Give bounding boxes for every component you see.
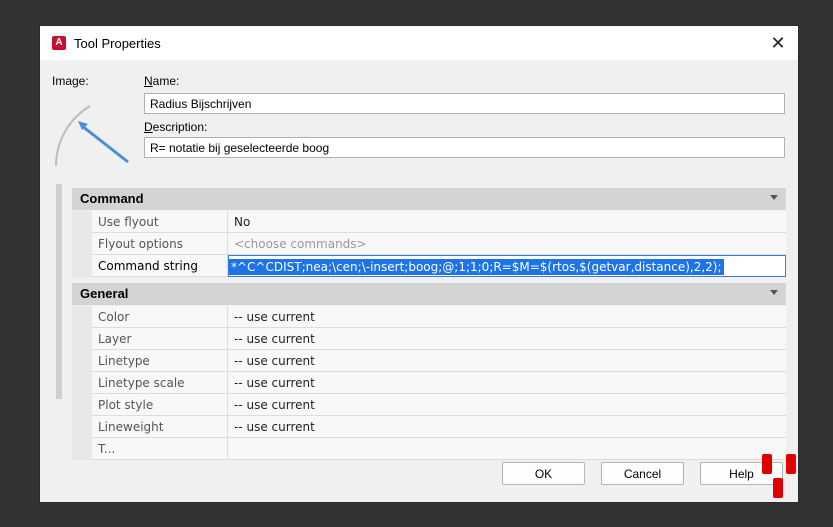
property-row-flyout-options[interactable]: Flyout options <choose commands> bbox=[72, 233, 786, 255]
autocad-app-icon: A bbox=[52, 36, 66, 50]
window-title: Tool Properties bbox=[74, 36, 161, 51]
collapse-caret-icon[interactable] bbox=[770, 290, 778, 295]
property-name: Lineweight bbox=[92, 416, 228, 438]
property-name: Linetype scale bbox=[92, 372, 228, 394]
property-row-command-string[interactable]: Command string *^C^CDIST;nea;\cen;\-inse… bbox=[72, 255, 786, 277]
property-row-plot-style[interactable]: Plot style -- use current bbox=[72, 394, 786, 416]
title-bar: A Tool Properties ✕ bbox=[40, 26, 798, 60]
resize-grip-bottom[interactable] bbox=[773, 478, 783, 498]
property-name: Color bbox=[92, 306, 228, 328]
property-name: Command string bbox=[92, 255, 228, 277]
row-gutter bbox=[72, 255, 92, 277]
property-value[interactable]: -- use current bbox=[228, 416, 786, 438]
property-value[interactable]: <choose commands> bbox=[228, 233, 786, 255]
property-value[interactable]: -- use current bbox=[228, 372, 786, 394]
section-general[interactable]: General bbox=[72, 283, 786, 305]
row-gutter bbox=[72, 350, 92, 372]
property-value[interactable]: -- use current bbox=[228, 394, 786, 416]
property-value[interactable] bbox=[228, 438, 786, 460]
property-row-linetype[interactable]: Linetype -- use current bbox=[72, 350, 786, 372]
property-row-use-flyout[interactable]: Use flyout No bbox=[72, 211, 786, 233]
property-name: Linetype bbox=[92, 350, 228, 372]
row-gutter bbox=[72, 328, 92, 350]
property-value[interactable]: -- use current bbox=[228, 350, 786, 372]
close-icon[interactable]: ✕ bbox=[758, 26, 798, 60]
radius-dimension-icon bbox=[55, 105, 129, 167]
property-name: Flyout options bbox=[92, 233, 228, 255]
tool-image-preview[interactable] bbox=[52, 88, 132, 168]
property-value[interactable]: -- use current bbox=[228, 306, 786, 328]
row-gutter bbox=[72, 211, 92, 233]
row-gutter bbox=[72, 233, 92, 255]
section-command[interactable]: Command bbox=[72, 188, 786, 210]
collapse-caret-icon[interactable] bbox=[770, 195, 778, 200]
ok-button[interactable]: OK bbox=[502, 462, 585, 485]
selected-text: *^C^CDIST;nea;\cen;\-insert;boog;@;1;1;0… bbox=[229, 259, 724, 275]
section-general-title: General bbox=[80, 286, 129, 301]
property-name: T... bbox=[92, 438, 228, 460]
row-gutter bbox=[72, 394, 92, 416]
property-name: Layer bbox=[92, 328, 228, 350]
image-label: Image: bbox=[52, 74, 89, 88]
property-row-linetype-scale[interactable]: Linetype scale -- use current bbox=[72, 372, 786, 394]
name-label: Name: bbox=[144, 74, 180, 88]
command-string-input[interactable]: *^C^CDIST;nea;\cen;\-insert;boog;@;1;1;0… bbox=[228, 255, 786, 277]
property-value[interactable]: -- use current bbox=[228, 328, 786, 350]
property-row-partial[interactable]: T... bbox=[72, 438, 786, 460]
property-row-color[interactable]: Color -- use current bbox=[72, 306, 786, 328]
name-field[interactable]: Radius Bijschrijven bbox=[144, 93, 785, 114]
property-row-lineweight[interactable]: Lineweight -- use current bbox=[72, 416, 786, 438]
description-label: Description: bbox=[144, 120, 208, 134]
cancel-button[interactable]: Cancel bbox=[601, 462, 684, 485]
description-field[interactable]: R= notatie bij geselecteerde boog bbox=[144, 137, 785, 158]
row-gutter bbox=[72, 372, 92, 394]
grid-left-gutter bbox=[56, 184, 62, 399]
property-name: Use flyout bbox=[92, 211, 228, 233]
row-gutter bbox=[72, 416, 92, 438]
resize-grip-top-left[interactable] bbox=[762, 454, 772, 474]
section-command-title: Command bbox=[80, 191, 144, 206]
row-gutter bbox=[72, 306, 92, 328]
properties-grid: Command Use flyout No Flyout options <ch… bbox=[56, 184, 786, 480]
property-name: Plot style bbox=[92, 394, 228, 416]
resize-grip-top-right[interactable] bbox=[786, 454, 796, 474]
row-gutter bbox=[72, 438, 92, 460]
tool-properties-dialog: A Tool Properties ✕ Image: Name: Radius … bbox=[40, 26, 798, 502]
property-value[interactable]: No bbox=[228, 211, 786, 233]
property-row-layer[interactable]: Layer -- use current bbox=[72, 328, 786, 350]
